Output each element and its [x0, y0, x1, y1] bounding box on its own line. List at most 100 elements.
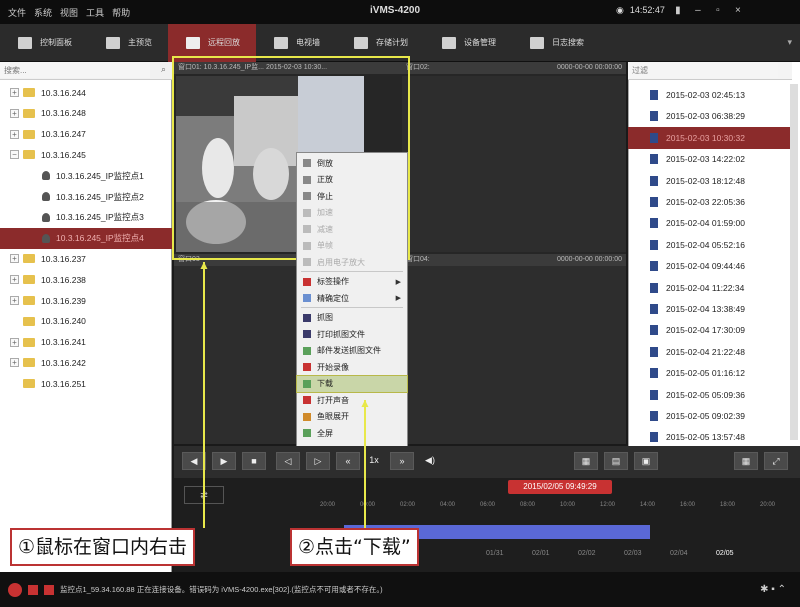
search-icon[interactable]: ⌕	[161, 64, 166, 75]
menu-item-2[interactable]: 视图	[60, 6, 78, 19]
record-item[interactable]: 2015-02-03 18:12:48	[628, 170, 790, 192]
expand-icon[interactable]: +	[10, 296, 19, 305]
context-menu-item[interactable]: 全屏	[297, 425, 407, 441]
camera-node[interactable]: 10.3.16.245_IP监控点4	[0, 227, 172, 249]
menu-item-4[interactable]: 帮助	[112, 6, 130, 19]
tab-0[interactable]: 控制面板	[0, 24, 88, 62]
speed-up-button[interactable]: »	[390, 452, 414, 470]
menu-item-3[interactable]: 工具	[86, 6, 104, 19]
expand-icon[interactable]: −	[10, 150, 19, 160]
camera-node[interactable]: 10.3.16.245_IP监控点1	[0, 165, 172, 186]
record-item[interactable]: 2015-02-04 11:22:34	[628, 277, 790, 299]
record-item[interactable]: 2015-02-04 17:30:09	[628, 319, 790, 341]
device-node[interactable]: +10.3.16.244	[0, 82, 172, 103]
record-time: 2015-02-04 05:52:16	[666, 239, 745, 250]
record-time: 2015-02-04 11:22:34	[666, 282, 745, 293]
menu-item-0[interactable]: 文件	[8, 6, 26, 19]
date-tick[interactable]: 02/05	[716, 550, 734, 557]
context-menu-item[interactable]: 鱼眼展开	[297, 409, 407, 425]
layout-button[interactable]: ▦	[734, 452, 758, 470]
date-tick[interactable]: 02/01	[532, 550, 550, 557]
context-menu-item[interactable]: 倒放	[297, 155, 407, 171]
device-node[interactable]: +10.3.16.248	[0, 103, 172, 124]
tree-search-input[interactable]	[0, 62, 150, 78]
caption-step-2: ②点击“下载”	[290, 528, 419, 566]
record-item[interactable]: 2015-02-03 14:22:02	[628, 148, 790, 170]
device-node[interactable]: − 10.3.16.245	[0, 144, 172, 165]
device-node[interactable]: +10.3.16.239	[0, 290, 172, 311]
record-item[interactable]: 2015-02-04 21:22:48	[628, 341, 790, 363]
tab-1[interactable]: 主预览	[88, 24, 168, 62]
tab-more-icon[interactable]: ▾	[787, 37, 792, 48]
download-toolbar-button[interactable]: ▤	[604, 452, 628, 470]
frame-forward-button[interactable]: ▷	[306, 452, 330, 470]
expand-icon[interactable]: +	[10, 254, 19, 264]
tab-5[interactable]: 设备管理	[424, 24, 512, 62]
menu-item-1[interactable]: 系统	[34, 6, 52, 19]
expand-icon[interactable]: +	[10, 275, 19, 285]
date-tick[interactable]: 02/03	[624, 550, 642, 557]
context-menu-item[interactable]: 抓图	[297, 310, 407, 326]
menu-item-icon	[303, 313, 311, 322]
snapshot-button[interactable]: ▦	[574, 452, 598, 470]
pin-icon[interactable]: ✱ ▪ ⌃	[760, 584, 786, 595]
volume-icon[interactable]: ◀)	[418, 452, 442, 470]
context-menu-item[interactable]: 打印抓图文件	[297, 326, 407, 342]
camera-node[interactable]: 10.3.16.245_IP监控点3	[0, 207, 172, 228]
close-button[interactable]: ×	[731, 5, 745, 17]
fullscreen-button[interactable]: ⤢	[764, 452, 788, 470]
slow-down-button[interactable]: «	[336, 452, 360, 470]
camera-node[interactable]: 10.3.16.245_IP监控点2	[0, 186, 172, 207]
date-tick[interactable]: 02/04	[670, 550, 688, 557]
context-menu-item[interactable]: 打开声音	[297, 392, 407, 408]
context-menu-item[interactable]: 标签操作 ▶	[297, 274, 407, 290]
alarm-icon[interactable]	[8, 582, 22, 597]
expand-icon[interactable]: +	[10, 337, 19, 347]
context-menu-item[interactable]: 精确定位 ▶	[297, 290, 407, 306]
context-menu-item[interactable]: 停止	[297, 188, 407, 204]
record-item[interactable]: 2015-02-04 09:44:46	[628, 255, 790, 277]
record-item[interactable]: 2015-02-03 22:05:36	[628, 191, 790, 213]
device-node[interactable]: +10.3.16.242	[0, 352, 172, 373]
device-node[interactable]: +10.3.16.241	[0, 332, 172, 353]
tab-6[interactable]: 日志搜索	[512, 24, 600, 62]
record-item[interactable]: 2015-02-05 05:09:36	[628, 384, 790, 406]
frame-back-button[interactable]: ◁	[276, 452, 300, 470]
record-item[interactable]: 2015-02-04 01:59:00	[628, 212, 790, 234]
context-menu-item[interactable]: 下载	[296, 374, 408, 393]
date-tick[interactable]: 01/31	[486, 550, 504, 557]
device-node[interactable]: +10.3.16.237	[0, 248, 172, 269]
record-item[interactable]: 2015-02-03 02:45:13	[628, 84, 790, 106]
device-node[interactable]: +10.3.16.247	[0, 124, 172, 145]
device-node[interactable]: +10.3.16.238	[0, 269, 172, 290]
context-menu-item[interactable]: 邮件发送抓图文件	[297, 343, 407, 359]
context-menu-item[interactable]: 开始录像	[297, 359, 407, 375]
date-tick[interactable]: 02/02	[578, 550, 596, 557]
expand-icon[interactable]: +	[10, 358, 19, 368]
pane-4-area[interactable]	[402, 266, 626, 444]
expand-icon[interactable]: +	[10, 108, 19, 118]
tab-label: 主预览	[128, 38, 152, 47]
record-icon[interactable]	[28, 584, 38, 595]
record-list-scrollbar[interactable]	[790, 84, 798, 440]
device-node[interactable]: 10.3.16.240	[0, 311, 172, 332]
record-item[interactable]: 2015-02-05 01:16:12	[628, 362, 790, 384]
record-filter-input[interactable]	[628, 62, 778, 78]
pane-2-area[interactable]	[402, 76, 626, 252]
record-item[interactable]: 2015-02-04 13:38:49	[628, 298, 790, 320]
play-button[interactable]: ▶	[212, 452, 236, 470]
device-node[interactable]: 10.3.16.251	[0, 373, 172, 394]
context-menu-item[interactable]: 正放	[297, 172, 407, 188]
expand-icon[interactable]: +	[10, 88, 19, 97]
record-item[interactable]: 2015-02-04 05:52:16	[628, 234, 790, 256]
record-item[interactable]: 2015-02-05 09:02:39	[628, 405, 790, 427]
stop-button[interactable]: ■	[242, 452, 266, 470]
expand-icon[interactable]: +	[10, 129, 19, 139]
minimize-button[interactable]: –	[691, 5, 705, 17]
record-item[interactable]: 2015-02-03 10:30:32	[628, 126, 790, 149]
lock-icon[interactable]: ▮	[671, 5, 685, 17]
clip-button[interactable]: ▣	[634, 452, 658, 470]
record-item[interactable]: 2015-02-03 06:38:29	[628, 105, 790, 127]
maximize-button[interactable]: ▫	[711, 5, 725, 17]
event-icon[interactable]	[44, 584, 54, 595]
